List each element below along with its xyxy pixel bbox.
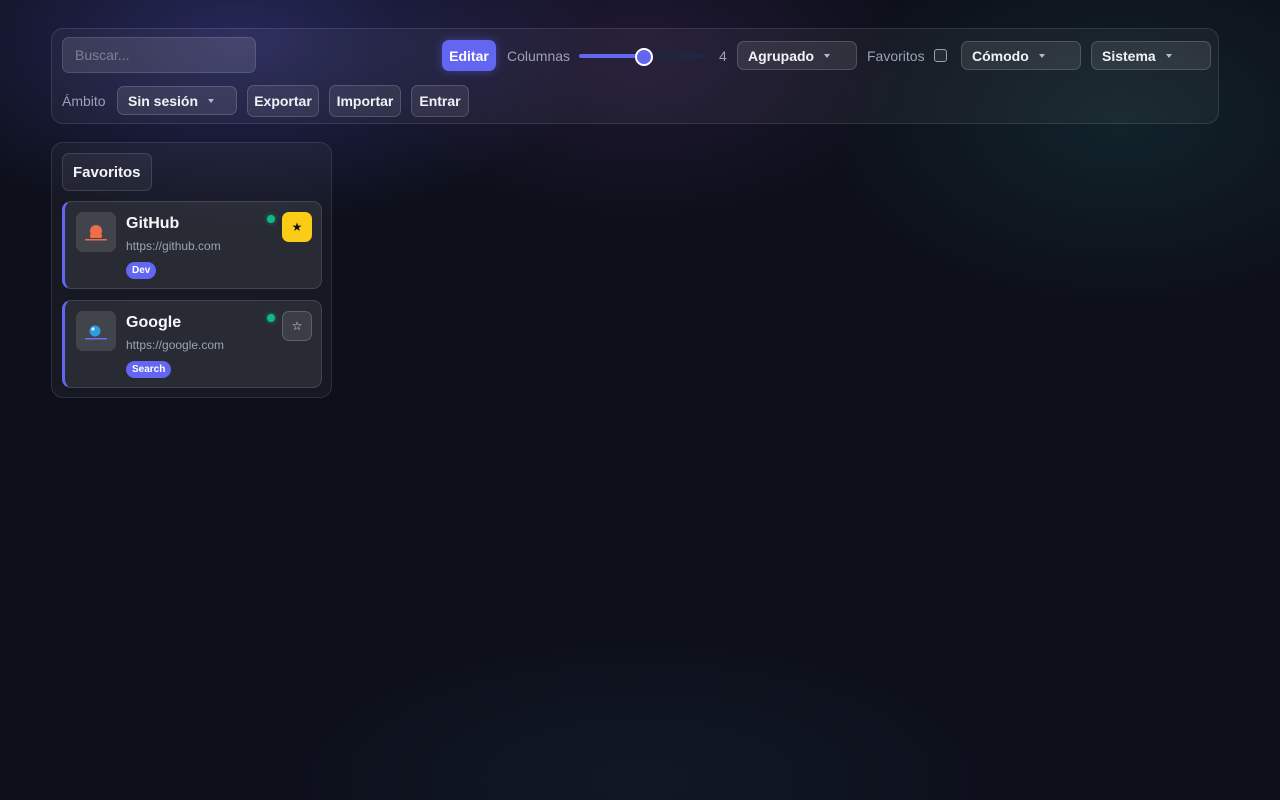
bookmark-card-github[interactable]: GitHub https://github.com Dev ★ [62, 201, 322, 289]
panel-title: Favoritos [62, 153, 152, 191]
scope-select[interactable]: Sin sesión [117, 86, 237, 115]
chevron-down-icon [1165, 53, 1172, 58]
tag-badge[interactable]: Search [126, 361, 172, 378]
import-button[interactable]: Importar [329, 85, 401, 117]
scope-label: Ámbito [62, 93, 106, 109]
chevron-down-icon [208, 98, 215, 103]
edit-button[interactable]: Editar [442, 40, 496, 71]
status-online-icon [267, 314, 275, 322]
columns-slider-fill [579, 54, 643, 58]
status-online-icon [267, 215, 275, 223]
columns-value: 4 [719, 48, 727, 64]
bookmark-card-google[interactable]: Google https://google.com Search ☆ [62, 300, 322, 388]
card-title: Google [126, 314, 182, 331]
theme-select[interactable]: Sistema [1091, 41, 1211, 70]
toolbar: Editar Columnas 4 Agrupado Favoritos Cóm… [51, 28, 1219, 124]
scope-select-value: Sin sesión [128, 92, 199, 109]
star-filled-icon: ★ [291, 220, 303, 234]
favorites-checkbox[interactable] [934, 49, 947, 62]
login-button[interactable]: Entrar [411, 85, 469, 117]
favorite-star-button[interactable]: ☆ [282, 311, 312, 341]
grouping-select[interactable]: Agrupado [737, 41, 857, 70]
columns-label: Columnas [507, 48, 571, 64]
favorite-star-button[interactable]: ★ [282, 212, 312, 242]
density-select[interactable]: Cómodo [961, 41, 1081, 70]
card-url[interactable]: https://google.com [126, 338, 224, 352]
grouping-select-value: Agrupado [748, 47, 815, 64]
chevron-down-icon [824, 53, 831, 58]
star-outline-icon: ☆ [291, 319, 303, 333]
google-favicon-icon [76, 311, 116, 351]
tag-badge[interactable]: Dev [126, 262, 157, 279]
favorites-panel: Favoritos GitHub https://github.com Dev … [51, 142, 332, 398]
github-favicon-icon [76, 212, 116, 252]
search-input[interactable] [62, 37, 256, 73]
density-select-value: Cómodo [972, 47, 1029, 64]
card-url[interactable]: https://github.com [126, 239, 221, 253]
chevron-down-icon [1038, 53, 1045, 58]
columns-slider-thumb[interactable] [635, 48, 653, 66]
card-title: GitHub [126, 215, 180, 232]
export-button[interactable]: Exportar [247, 85, 319, 117]
favorites-filter-label: Favoritos [867, 48, 925, 64]
theme-select-value: Sistema [1102, 47, 1156, 64]
